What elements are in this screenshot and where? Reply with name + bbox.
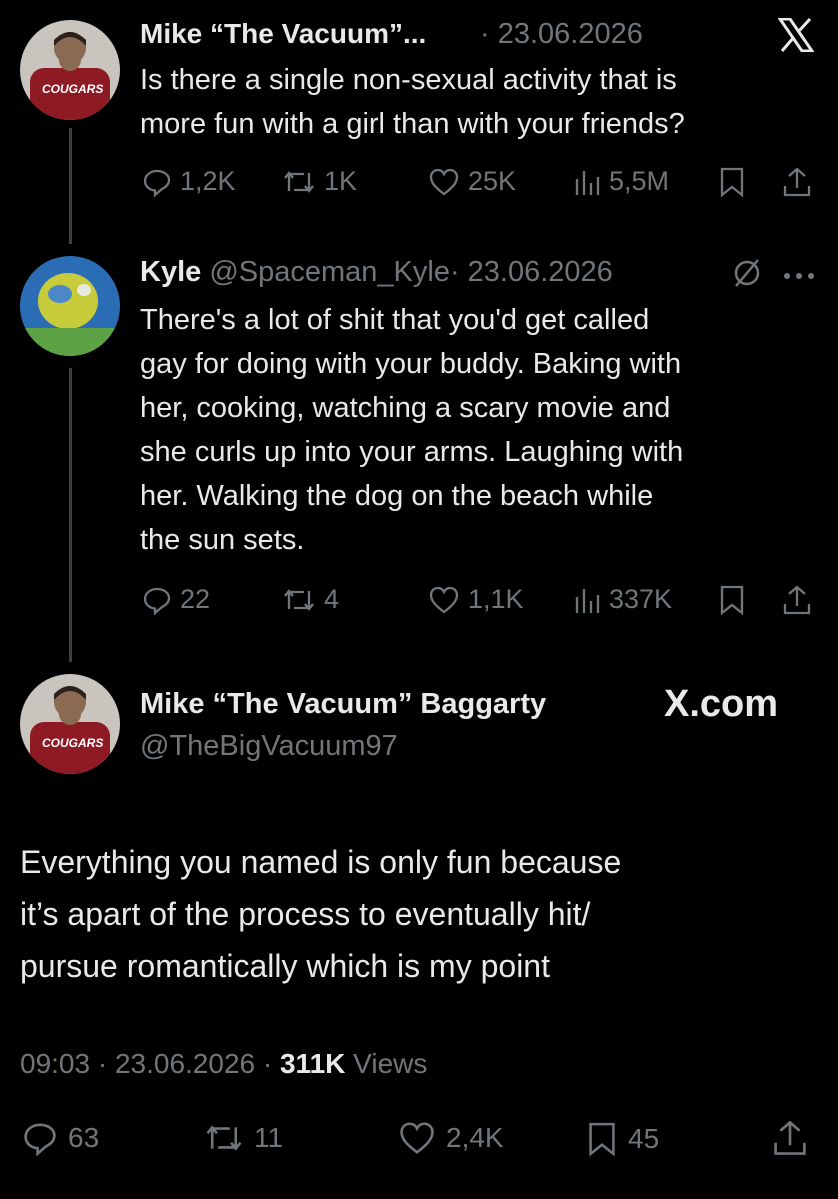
tweet2-reply-count: 22 xyxy=(180,584,211,614)
tweet1-repost-count: 1K xyxy=(324,166,358,196)
tweet3-handle[interactable]: @TheBigVacuum97 xyxy=(140,728,398,764)
tweet2-text-line: There's a lot of shit that you'd get cal… xyxy=(140,304,650,336)
tweet3-text-line: Everything you named is only fun because xyxy=(20,844,622,880)
tweet1-like-count: 25K xyxy=(468,166,517,196)
tweet3-avatar[interactable]: COUGARS xyxy=(20,674,120,774)
tweet1-like-button[interactable]: 25K xyxy=(428,166,516,197)
tweet3-reply-count: 63 xyxy=(68,1122,100,1153)
tweet2-avatar[interactable] xyxy=(20,256,120,356)
tweet2-text-line: her, cooking, watching a scary movie and xyxy=(140,392,671,424)
tweet2-like-button[interactable]: 1,1K xyxy=(428,584,524,615)
repost-icon xyxy=(284,170,314,193)
mute-icon xyxy=(730,256,764,295)
like-icon xyxy=(400,1122,434,1154)
tweet3-date[interactable]: · 23.06.2026 · xyxy=(98,1048,272,1079)
tweet2-reply-button[interactable]: 22 xyxy=(142,584,210,615)
tweet2-handle[interactable]: @Spaceman_Kyle xyxy=(209,256,450,288)
tweet3-like-count: 2,4K xyxy=(446,1122,504,1153)
reply-icon xyxy=(24,1123,56,1156)
tweet3-author-name[interactable]: Mike “The Vacuum” Baggarty xyxy=(140,686,546,722)
tweet3-repost-count: 11 xyxy=(254,1122,284,1153)
tweet2-bookmark-button[interactable] xyxy=(718,584,746,616)
tweet1-reply-button[interactable]: 1,2K xyxy=(142,166,236,197)
tweet2-text-line: her. Walking the dog on the beach while xyxy=(140,480,654,512)
reply-icon xyxy=(143,169,171,197)
bookmark-icon xyxy=(720,585,744,616)
tweet3-meta: 09:03 · 23.06.2026 · 311K Views xyxy=(20,1046,427,1082)
tweet2-repost-count: 4 xyxy=(324,584,340,614)
tweet3-share-button[interactable] xyxy=(772,1118,808,1158)
tweet1-share-button[interactable] xyxy=(782,166,812,198)
bookmark-icon xyxy=(720,167,744,198)
views-icon xyxy=(575,588,600,613)
tweet3-text-line: it’s apart of the process to eventually … xyxy=(20,896,591,932)
thread-line-2 xyxy=(69,368,72,662)
tweet3-time[interactable]: 09:03 xyxy=(20,1048,90,1079)
tweet3-bookmark-button[interactable]: 45 xyxy=(586,1120,659,1158)
tweet2-text-line: she curls up into your arms. Laughing wi… xyxy=(140,436,684,468)
tweet1-avatar[interactable]: COUGARS xyxy=(20,20,120,120)
tweet3-views-label: Views xyxy=(353,1048,428,1079)
tweet2-header: Kyle @Spaceman_Kyle· 23.06.2026 xyxy=(140,254,613,290)
tweet1-repost-button[interactable]: 1K xyxy=(282,166,357,197)
tweet1-text-line2: more fun with a girl than with your frie… xyxy=(140,108,685,140)
tweet3-repost-button[interactable]: 11 xyxy=(204,1120,283,1156)
tweet3-like-button[interactable]: 2,4K xyxy=(398,1120,504,1156)
tweet1-date[interactable]: · 23.06.2026 xyxy=(480,16,643,52)
tweet1-bookmark-button[interactable] xyxy=(718,166,746,198)
tweet2-date[interactable]: · 23.06.2026 xyxy=(450,256,613,288)
tweet3-text-line: pursue romantically which is my point xyxy=(20,948,550,984)
tweet1-views-button[interactable]: 5,5M xyxy=(573,166,669,197)
tweet3-reply-button[interactable]: 63 xyxy=(22,1120,99,1156)
tweet2-like-count: 1,1K xyxy=(468,584,524,614)
tweet2-share-button[interactable] xyxy=(782,584,812,616)
tweet1-author-name[interactable]: Mike “The Vacuum”... xyxy=(140,16,426,52)
x-logo-icon[interactable] xyxy=(777,17,815,57)
thread-line-1 xyxy=(69,128,72,244)
tweet3-bookmark-count: 45 xyxy=(628,1123,660,1154)
brand-watermark: X.com xyxy=(664,683,779,725)
tweet2-views-count: 337K xyxy=(609,584,673,614)
tweet2-text-line: gay for doing with your buddy. Baking wi… xyxy=(140,348,682,380)
like-icon xyxy=(429,586,459,613)
share-icon xyxy=(774,1120,806,1155)
tweet1-reply-count: 1,2K xyxy=(180,166,236,196)
repost-icon xyxy=(284,588,314,611)
more-icon[interactable] xyxy=(782,268,816,286)
like-icon xyxy=(429,168,459,195)
bookmark-icon xyxy=(589,1122,615,1157)
share-icon xyxy=(783,585,811,615)
tweet2-repost-button[interactable]: 4 xyxy=(282,584,339,615)
tweet1-views-count: 5,5M xyxy=(609,166,670,196)
views-icon xyxy=(575,170,600,195)
tweet1-avatar-logo: COUGARS xyxy=(42,82,104,96)
tweet2-author-name[interactable]: Kyle xyxy=(140,256,201,288)
tweet3-views-count: 311K xyxy=(279,1048,346,1079)
reply-icon xyxy=(143,587,171,615)
repost-icon xyxy=(206,1125,242,1151)
tweet2-views-button[interactable]: 337K xyxy=(573,584,672,615)
tweet2-text-line: the sun sets. xyxy=(140,524,305,556)
tweet1-text-line1: Is there a single non-sexual activity th… xyxy=(140,64,677,96)
tweet3-avatar-logo: COUGARS xyxy=(42,736,104,750)
share-icon xyxy=(783,167,811,197)
